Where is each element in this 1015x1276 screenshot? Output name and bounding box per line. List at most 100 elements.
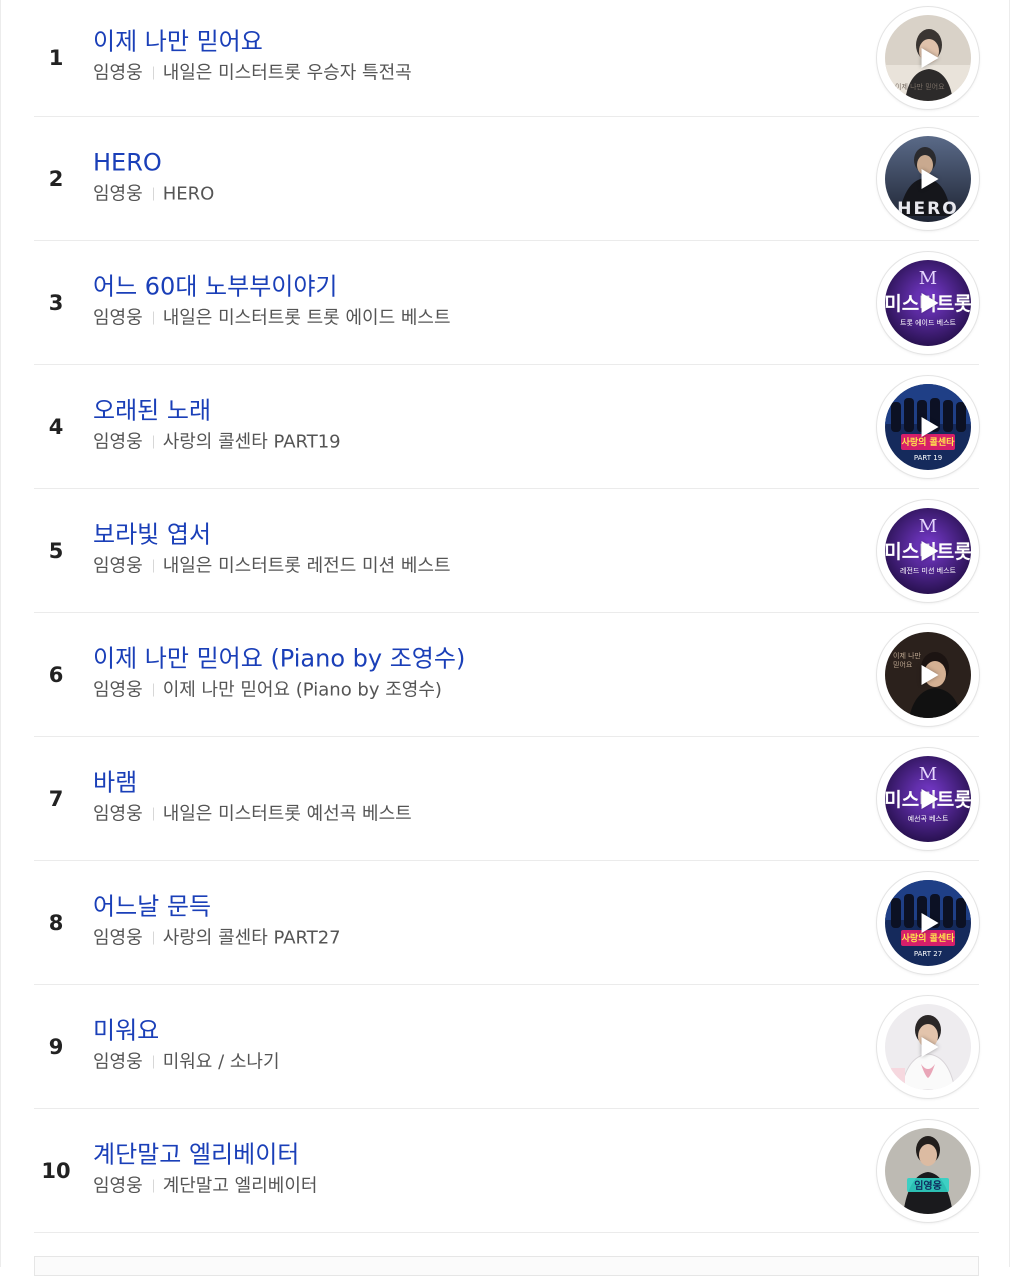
song-info: 바램 임영웅 내일은 미스터트롯 예선곡 베스트 xyxy=(93,765,412,827)
album-name: HERO xyxy=(162,183,215,205)
song-info: 보라빛 엽서 임영웅 내일은 미스터트롯 레전드 미션 베스트 xyxy=(93,517,451,579)
play-icon xyxy=(921,664,939,685)
song-meta: 임영웅 이제 나만 믿어요 (Piano by 조영수) xyxy=(93,677,465,703)
svg-text:M: M xyxy=(919,516,937,537)
song-title-link[interactable]: 이제 나만 믿어요 (Piano by 조영수) xyxy=(93,641,465,675)
song-row-1: 1 이제 나만 믿어요 임영웅 내일은 미스터트롯 우승자 특전곡 이제 나만 믿… xyxy=(34,0,979,117)
meta-separator xyxy=(152,435,154,449)
song-info: HERO 임영웅 HERO xyxy=(93,145,214,207)
album-name: 계단말고 엘리베이터 xyxy=(162,1175,318,1197)
artist-name: 임영웅 xyxy=(93,1175,143,1197)
album-art-caption: PART 27 xyxy=(914,950,942,958)
song-info: 어느날 문득 임영웅 사랑의 콜센타 PART27 xyxy=(93,889,341,951)
song-meta: 임영웅 사랑의 콜센타 PART19 xyxy=(93,429,341,455)
song-meta: 임영웅 내일은 미스터트롯 트롯 에이드 베스트 xyxy=(93,305,451,331)
song-info: 이제 나만 믿어요 (Piano by 조영수) 임영웅 이제 나만 믿어요 (P… xyxy=(93,641,465,703)
play-icon xyxy=(921,912,939,933)
play-icon xyxy=(921,540,939,561)
album-name: 내일은 미스터트롯 트롯 에이드 베스트 xyxy=(162,307,451,329)
song-meta: 임영웅 사랑의 콜센타 PART27 xyxy=(93,925,341,951)
song-title-link[interactable]: 계단말고 엘리베이터 xyxy=(93,1137,299,1171)
song-title-link[interactable]: 이제 나만 믿어요 xyxy=(93,25,263,59)
artist-name: 임영웅 xyxy=(93,679,143,701)
album-name: 내일은 미스터트롯 예선곡 베스트 xyxy=(162,803,412,825)
artist-name: 임영웅 xyxy=(93,183,143,205)
meta-separator xyxy=(152,311,154,325)
meta-separator xyxy=(152,559,154,573)
song-title-link[interactable]: 미워요 xyxy=(93,1013,159,1047)
song-row-4: 4 오래된 노래 임영웅 사랑의 콜센타 PART19 사랑의 콜센타 PART… xyxy=(34,365,979,489)
svg-text:사랑의 콜센타: 사랑의 콜센타 xyxy=(902,436,956,448)
song-meta: 임영웅 계단말고 엘리베이터 xyxy=(93,1173,317,1199)
song-title-link[interactable]: 보라빛 엽서 xyxy=(93,517,211,551)
song-meta: 임영웅 내일은 미스터트롯 우승자 특전곡 xyxy=(93,61,412,87)
artist-name: 임영웅 xyxy=(93,927,143,949)
artist-name: 임영웅 xyxy=(93,62,143,84)
album-thumbnail-play-button[interactable]: HERO xyxy=(877,127,979,230)
album-thumbnail-play-button[interactable]: 이제 나만 믿어요 xyxy=(877,623,979,726)
song-meta: 임영웅 미워요 / 소나기 xyxy=(93,1049,280,1075)
svg-text:HERO: HERO xyxy=(897,199,958,219)
album-thumbnail[interactable]: 임영웅 xyxy=(877,1119,979,1222)
album-name: 내일은 미스터트롯 레전드 미션 베스트 xyxy=(162,555,451,577)
svg-text:사랑의 콜센타: 사랑의 콜센타 xyxy=(902,932,956,944)
album-art-caption: 트롯 에이드 베스트 xyxy=(900,318,957,327)
meta-separator xyxy=(152,1179,154,1193)
song-meta: 임영웅 내일은 미스터트롯 예선곡 베스트 xyxy=(93,801,412,827)
album-art-elevator: 임영웅 xyxy=(885,1127,971,1214)
album-thumbnail-play-button[interactable]: 사랑의 콜센타 PART 19 xyxy=(877,375,979,478)
song-row-2: 2 HERO 임영웅 HERO HERO xyxy=(34,117,979,241)
album-name: 사랑의 콜센타 PART19 xyxy=(162,431,341,453)
album-name: 내일은 미스터트롯 우승자 특전곡 xyxy=(162,62,412,84)
rank-number: 10 xyxy=(41,1158,71,1183)
rank-number: 4 xyxy=(48,414,64,439)
svg-text:임영웅: 임영웅 xyxy=(914,1179,942,1192)
play-icon xyxy=(921,788,939,809)
album-art-caption: 레전드 미션 베스트 xyxy=(900,566,957,575)
rank-number: 5 xyxy=(48,538,64,563)
play-icon xyxy=(921,416,939,437)
rank-number: 6 xyxy=(48,662,64,687)
song-chart-list: 1 이제 나만 믿어요 임영웅 내일은 미스터트롯 우승자 특전곡 이제 나만 믿… xyxy=(34,0,979,1233)
rank-number: 7 xyxy=(48,786,64,811)
svg-text:M: M xyxy=(919,764,937,785)
song-title-link[interactable]: 어느날 문득 xyxy=(93,889,211,923)
meta-separator xyxy=(152,683,154,697)
song-title-link[interactable]: 어느 60대 노부부이야기 xyxy=(93,269,338,303)
song-info: 미워요 임영웅 미워요 / 소나기 xyxy=(93,1013,280,1075)
song-row-10: 10 계단말고 엘리베이터 임영웅 계단말고 엘리베이터 임영웅 xyxy=(34,1109,979,1233)
album-name: 미워요 / 소나기 xyxy=(162,1051,280,1073)
album-thumbnail-play-button[interactable]: M 미스터트롯 레전드 미션 베스트 xyxy=(877,499,979,602)
artist-name: 임영웅 xyxy=(93,1051,143,1073)
rank-number: 8 xyxy=(48,910,64,935)
svg-text:이제 나만 믿어요: 이제 나만 믿어요 xyxy=(895,82,945,91)
song-info: 어느 60대 노부부이야기 임영웅 내일은 미스터트롯 트롯 에이드 베스트 xyxy=(93,269,451,331)
song-info: 이제 나만 믿어요 임영웅 내일은 미스터트롯 우승자 특전곡 xyxy=(93,25,412,87)
meta-separator xyxy=(152,807,154,821)
song-title-link[interactable]: 오래된 노래 xyxy=(93,393,211,427)
svg-text:믿어요: 믿어요 xyxy=(893,660,913,669)
album-name: 사랑의 콜센타 PART27 xyxy=(162,927,341,949)
song-row-3: 3 어느 60대 노부부이야기 임영웅 내일은 미스터트롯 트롯 에이드 베스트 … xyxy=(34,241,979,365)
play-icon xyxy=(921,168,939,189)
song-info: 계단말고 엘리베이터 임영웅 계단말고 엘리베이터 xyxy=(93,1137,317,1199)
song-title-link[interactable]: HERO xyxy=(93,145,162,179)
album-thumbnail-play-button[interactable]: 사랑의 콜센타 PART 27 xyxy=(877,871,979,974)
play-icon xyxy=(921,48,939,68)
album-thumbnail-play-button[interactable]: M 미스터트롯 트롯 에이드 베스트 xyxy=(877,251,979,354)
artist-name: 임영웅 xyxy=(93,307,143,329)
song-row-5: 5 보라빛 엽서 임영웅 내일은 미스터트롯 레전드 미션 베스트 M 미스터트… xyxy=(34,489,979,613)
rank-number: 1 xyxy=(48,46,64,70)
rank-number: 2 xyxy=(48,166,64,191)
album-thumbnail-play-button[interactable] xyxy=(877,995,979,1098)
play-icon xyxy=(921,1036,939,1057)
artist-name: 임영웅 xyxy=(93,803,143,825)
song-row-9: 9 미워요 임영웅 미워요 / 소나기 xyxy=(34,985,979,1109)
song-title-link[interactable]: 바램 xyxy=(93,765,137,799)
meta-separator xyxy=(152,1055,154,1069)
song-row-7: 7 바램 임영웅 내일은 미스터트롯 예선곡 베스트 M 미스터트롯 예선곡 베… xyxy=(34,737,979,861)
album-thumbnail-play-button[interactable]: 이제 나만 믿어요 xyxy=(877,7,979,109)
meta-separator xyxy=(152,931,154,945)
artist-name: 임영웅 xyxy=(93,431,143,453)
album-thumbnail-play-button[interactable]: M 미스터트롯 예선곡 베스트 xyxy=(877,747,979,850)
